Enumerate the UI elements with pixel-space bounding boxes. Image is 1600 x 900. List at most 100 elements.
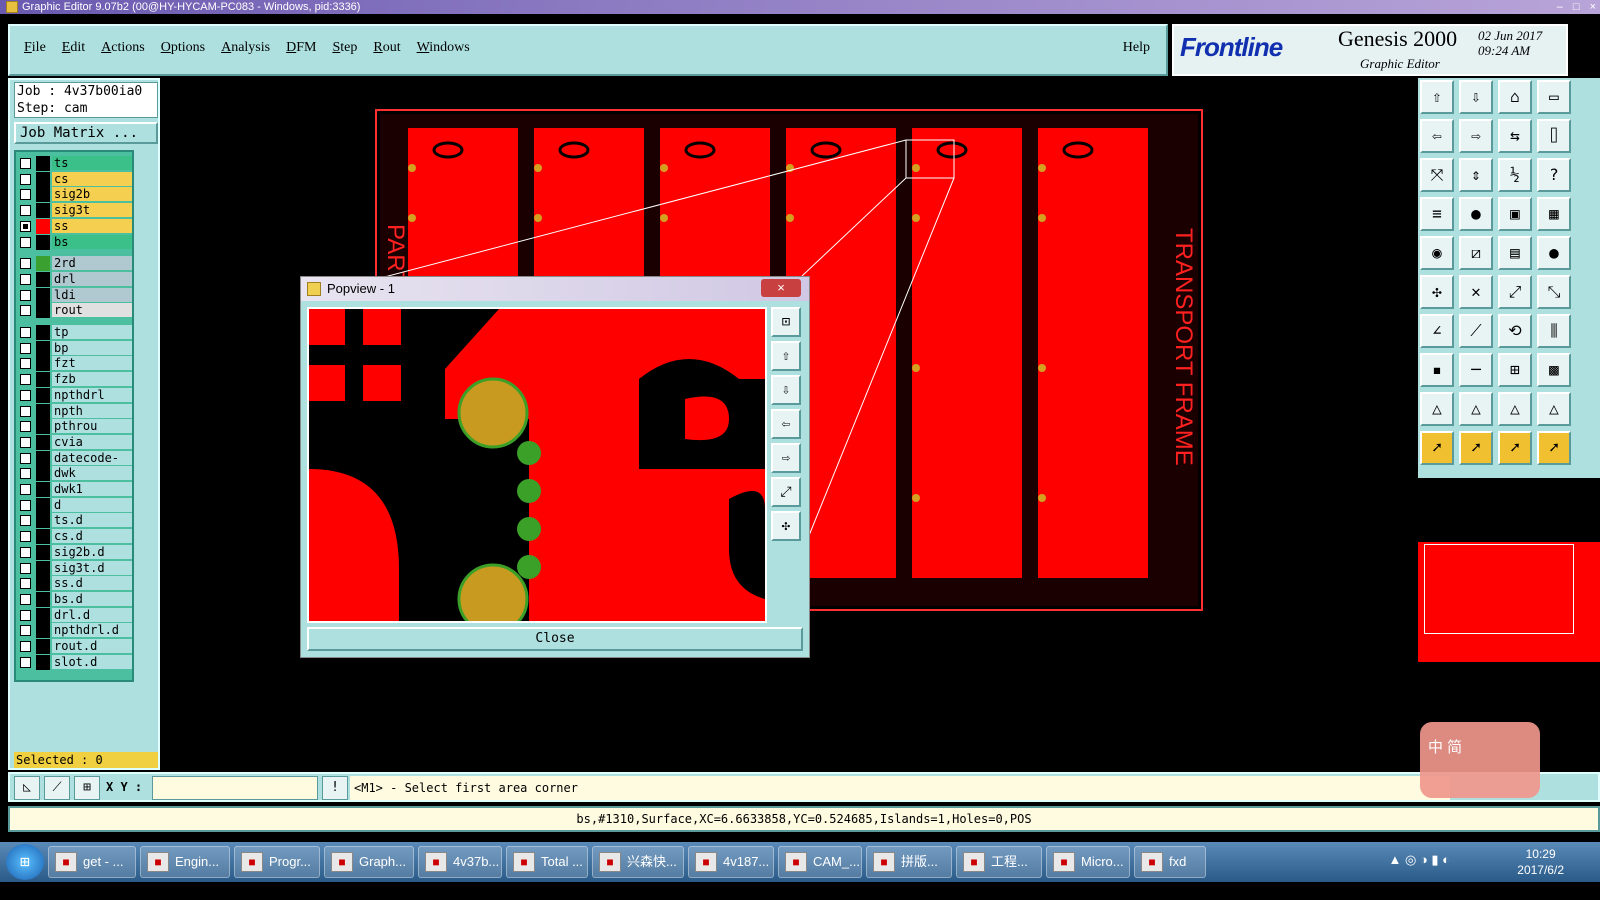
layer-row[interactable]: fzt <box>18 356 134 372</box>
layer-color-swatch[interactable] <box>36 340 50 356</box>
layer-name[interactable]: cs.d <box>52 529 132 544</box>
layer-checkbox[interactable] <box>20 625 31 637</box>
snap-icon[interactable]: ◺ <box>14 776 40 800</box>
layer-row[interactable]: drl.d <box>18 607 134 623</box>
tool-icon[interactable]: ▣ <box>1498 197 1532 231</box>
tool-icon[interactable]: ⟋ <box>1459 314 1493 348</box>
taskbar-item[interactable]: ■ CAM_... <box>778 846 862 878</box>
layer-color-swatch[interactable] <box>36 639 50 654</box>
popview-close-icon[interactable]: × <box>761 279 801 297</box>
layer-row[interactable]: sig2b <box>18 187 134 203</box>
layer-row[interactable]: bp <box>18 340 134 356</box>
layer-color-swatch[interactable] <box>36 203 50 219</box>
layer-row[interactable]: slot.d <box>18 654 134 670</box>
taskbar-item[interactable]: ■ Total ... <box>506 846 588 878</box>
tool-icon[interactable]: ➚ <box>1498 431 1532 465</box>
layer-row[interactable]: pthrou <box>18 419 134 435</box>
tool-icon[interactable]: ▭ <box>1537 80 1571 114</box>
popview-tool-icon[interactable]: ⇨ <box>771 443 801 473</box>
layer-color-swatch[interactable] <box>36 187 50 203</box>
layer-color-swatch[interactable] <box>36 623 50 639</box>
tool-icon[interactable]: ➚ <box>1537 431 1571 465</box>
layer-color-swatch[interactable] <box>36 466 50 482</box>
layer-name[interactable]: dwk <box>52 466 132 481</box>
overview-map[interactable] <box>1424 544 1574 634</box>
layer-checkbox[interactable] <box>20 305 31 317</box>
layer-row[interactable]: dwk1 <box>18 482 134 497</box>
tool-icon[interactable]: ⇨ <box>1459 119 1493 153</box>
popview-close-button[interactable]: Close <box>307 627 803 651</box>
layer-name[interactable]: ldi <box>52 287 132 302</box>
layer-name[interactable]: ts <box>52 156 132 170</box>
layer-row[interactable]: npth <box>18 403 134 419</box>
tool-icon[interactable]: ⊞ <box>1498 353 1532 387</box>
tool-icon[interactable]: ─ <box>1459 353 1493 387</box>
layer-checkbox[interactable] <box>20 421 31 433</box>
start-button[interactable]: ⊞ <box>6 844 44 880</box>
layer-row[interactable]: 2rd <box>18 256 134 272</box>
layer-name[interactable]: sig2b <box>52 187 132 202</box>
layer-color-swatch[interactable] <box>36 513 50 529</box>
layer-name[interactable]: pthrou <box>52 419 132 434</box>
tool-icon[interactable]: ∠ <box>1420 314 1454 348</box>
popview-tool-icon[interactable]: ⤢ <box>771 477 801 507</box>
layer-name[interactable]: d <box>52 497 132 512</box>
taskbar-item[interactable]: ■ 工程... <box>956 846 1042 878</box>
layer-row[interactable]: bs.d <box>18 591 134 607</box>
ime-widget[interactable]: 中 简 <box>1420 722 1540 798</box>
layer-checkbox[interactable] <box>20 273 31 285</box>
layer-color-swatch[interactable] <box>36 171 50 187</box>
layer-color-swatch[interactable] <box>36 560 50 576</box>
measure-icon[interactable]: ⟋ <box>44 776 70 800</box>
popview-tool-icon[interactable]: ⇩ <box>771 375 801 405</box>
layer-color-swatch[interactable] <box>36 218 50 234</box>
layer-checkbox[interactable] <box>20 158 31 169</box>
layer-checkbox[interactable] <box>20 452 31 464</box>
layer-row[interactable]: ss <box>18 218 134 234</box>
grid-icon[interactable]: ⊞ <box>74 776 100 800</box>
tool-icon[interactable]: ▪ <box>1420 353 1454 387</box>
tool-icon[interactable]: ◉ <box>1420 236 1454 270</box>
layer-checkbox[interactable] <box>20 609 31 621</box>
popview-tool-icon[interactable]: ✣ <box>771 511 801 541</box>
menu-dfm[interactable]: DFM <box>286 40 316 56</box>
menu-step[interactable]: Step <box>332 40 357 56</box>
menu-file[interactable]: File <box>24 40 46 56</box>
layer-checkbox[interactable] <box>20 258 31 270</box>
taskbar-item[interactable]: ■ Micro... <box>1046 846 1130 878</box>
layer-checkbox[interactable] <box>20 189 31 201</box>
menu-analysis[interactable]: Analysis <box>221 40 270 56</box>
popview-tool-icon[interactable]: ⇧ <box>771 341 801 371</box>
layer-row[interactable]: cs <box>18 171 134 187</box>
layer-color-swatch[interactable] <box>36 287 50 303</box>
layer-row[interactable]: ss.d <box>18 576 134 592</box>
layer-row[interactable]: rout.d <box>18 639 134 654</box>
layer-name[interactable]: fzb <box>52 372 132 387</box>
menu-help[interactable]: Help <box>1123 40 1150 56</box>
layer-checkbox[interactable] <box>20 515 31 527</box>
layer-row[interactable]: ts.d <box>18 513 134 529</box>
layer-name[interactable]: tp <box>52 325 132 339</box>
layer-row[interactable]: sig3t <box>18 203 134 219</box>
menu-edit[interactable]: Edit <box>62 40 85 56</box>
layer-color-swatch[interactable] <box>36 372 50 388</box>
menu-rout[interactable]: Rout <box>373 40 400 56</box>
layer-color-swatch[interactable] <box>36 356 50 372</box>
job-matrix-button[interactable]: Job Matrix ... <box>14 122 158 144</box>
layer-checkbox[interactable] <box>20 389 31 401</box>
layer-checkbox[interactable] <box>20 656 31 668</box>
layer-row[interactable]: cs.d <box>18 529 134 545</box>
tool-icon[interactable]: ⫼ <box>1537 314 1571 348</box>
alert-icon[interactable]: ! <box>322 776 348 800</box>
layer-row[interactable]: ts <box>18 156 134 171</box>
layer-color-swatch[interactable] <box>36 271 50 287</box>
tool-icon[interactable]: △ <box>1459 392 1493 426</box>
layer-color-swatch[interactable] <box>36 234 50 250</box>
taskbar-item[interactable]: ■ Progr... <box>234 846 320 878</box>
tool-icon[interactable]: ● <box>1459 197 1493 231</box>
layer-name[interactable]: npth <box>52 403 132 418</box>
layer-row[interactable]: tp <box>18 325 134 340</box>
layer-checkbox[interactable] <box>20 468 31 480</box>
layer-color-swatch[interactable] <box>36 387 50 403</box>
layer-name[interactable]: cs <box>52 171 132 186</box>
